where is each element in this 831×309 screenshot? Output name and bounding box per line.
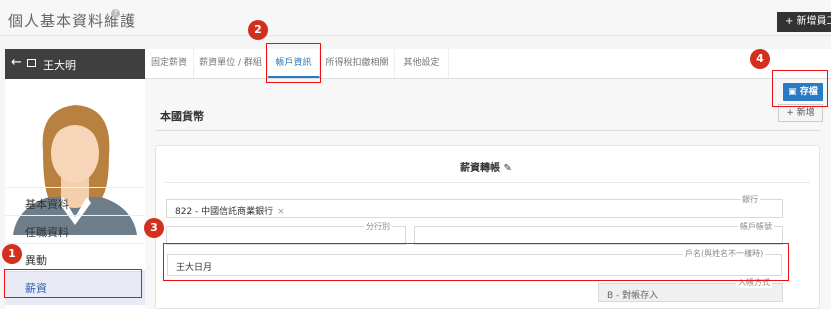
back-arrow-icon[interactable]: ← (11, 55, 22, 70)
section-title: 本國貨幣 (160, 110, 204, 123)
highlight-box-1 (4, 269, 142, 298)
employee-bar: ← 王大明 (5, 49, 145, 79)
card-title: 薪資轉帳 ✎ (460, 159, 512, 174)
card-title-divider (165, 182, 810, 183)
section-divider (155, 130, 820, 131)
page-header: 個人基本資料維護 ? (0, 0, 831, 36)
bank-value: 822 - 中國信託商業銀行 × (175, 204, 285, 217)
callout-3: 3 (144, 218, 164, 238)
branch-label: 分行別 (364, 221, 392, 232)
callout-2: 2 (248, 20, 268, 40)
highlight-box-2 (266, 43, 321, 83)
edit-icon[interactable]: ✎ (503, 163, 511, 174)
tab-bar: 固定薪資 薪資單位 / 群組 帳戶資訊 所得稅扣繳相關 其他設定 (145, 49, 831, 79)
new-employee-button[interactable]: + 新增員工 (777, 12, 831, 32)
tab-income-tax[interactable]: 所得稅扣繳相關 (320, 49, 395, 78)
help-icon[interactable]: ? (111, 9, 120, 18)
employee-name: 王大明 (43, 59, 76, 72)
bank-select[interactable]: 822 - 中國信託商業銀行 × (166, 199, 783, 218)
id-card-icon (27, 59, 36, 67)
callout-1: 1 (2, 244, 22, 264)
bank-label: 銀行 (740, 194, 760, 205)
tab-other-settings[interactable]: 其他設定 (395, 49, 449, 78)
account-number-label: 帳戶帳號 (738, 221, 774, 232)
clear-icon[interactable]: × (277, 207, 285, 217)
card-title-text: 薪資轉帳 (460, 163, 500, 174)
callout-4: 4 (750, 49, 770, 69)
highlight-box-3 (163, 243, 789, 281)
highlight-box-4 (772, 70, 828, 107)
entry-type-value: B - 對帳存入 (607, 291, 659, 301)
bank-value-text: 822 - 中國信託商業銀行 (175, 207, 274, 217)
tab-salary-unit-group[interactable]: 薪資單位 / 群組 (194, 49, 268, 78)
tab-fixed-salary[interactable]: 固定薪資 (145, 49, 194, 78)
